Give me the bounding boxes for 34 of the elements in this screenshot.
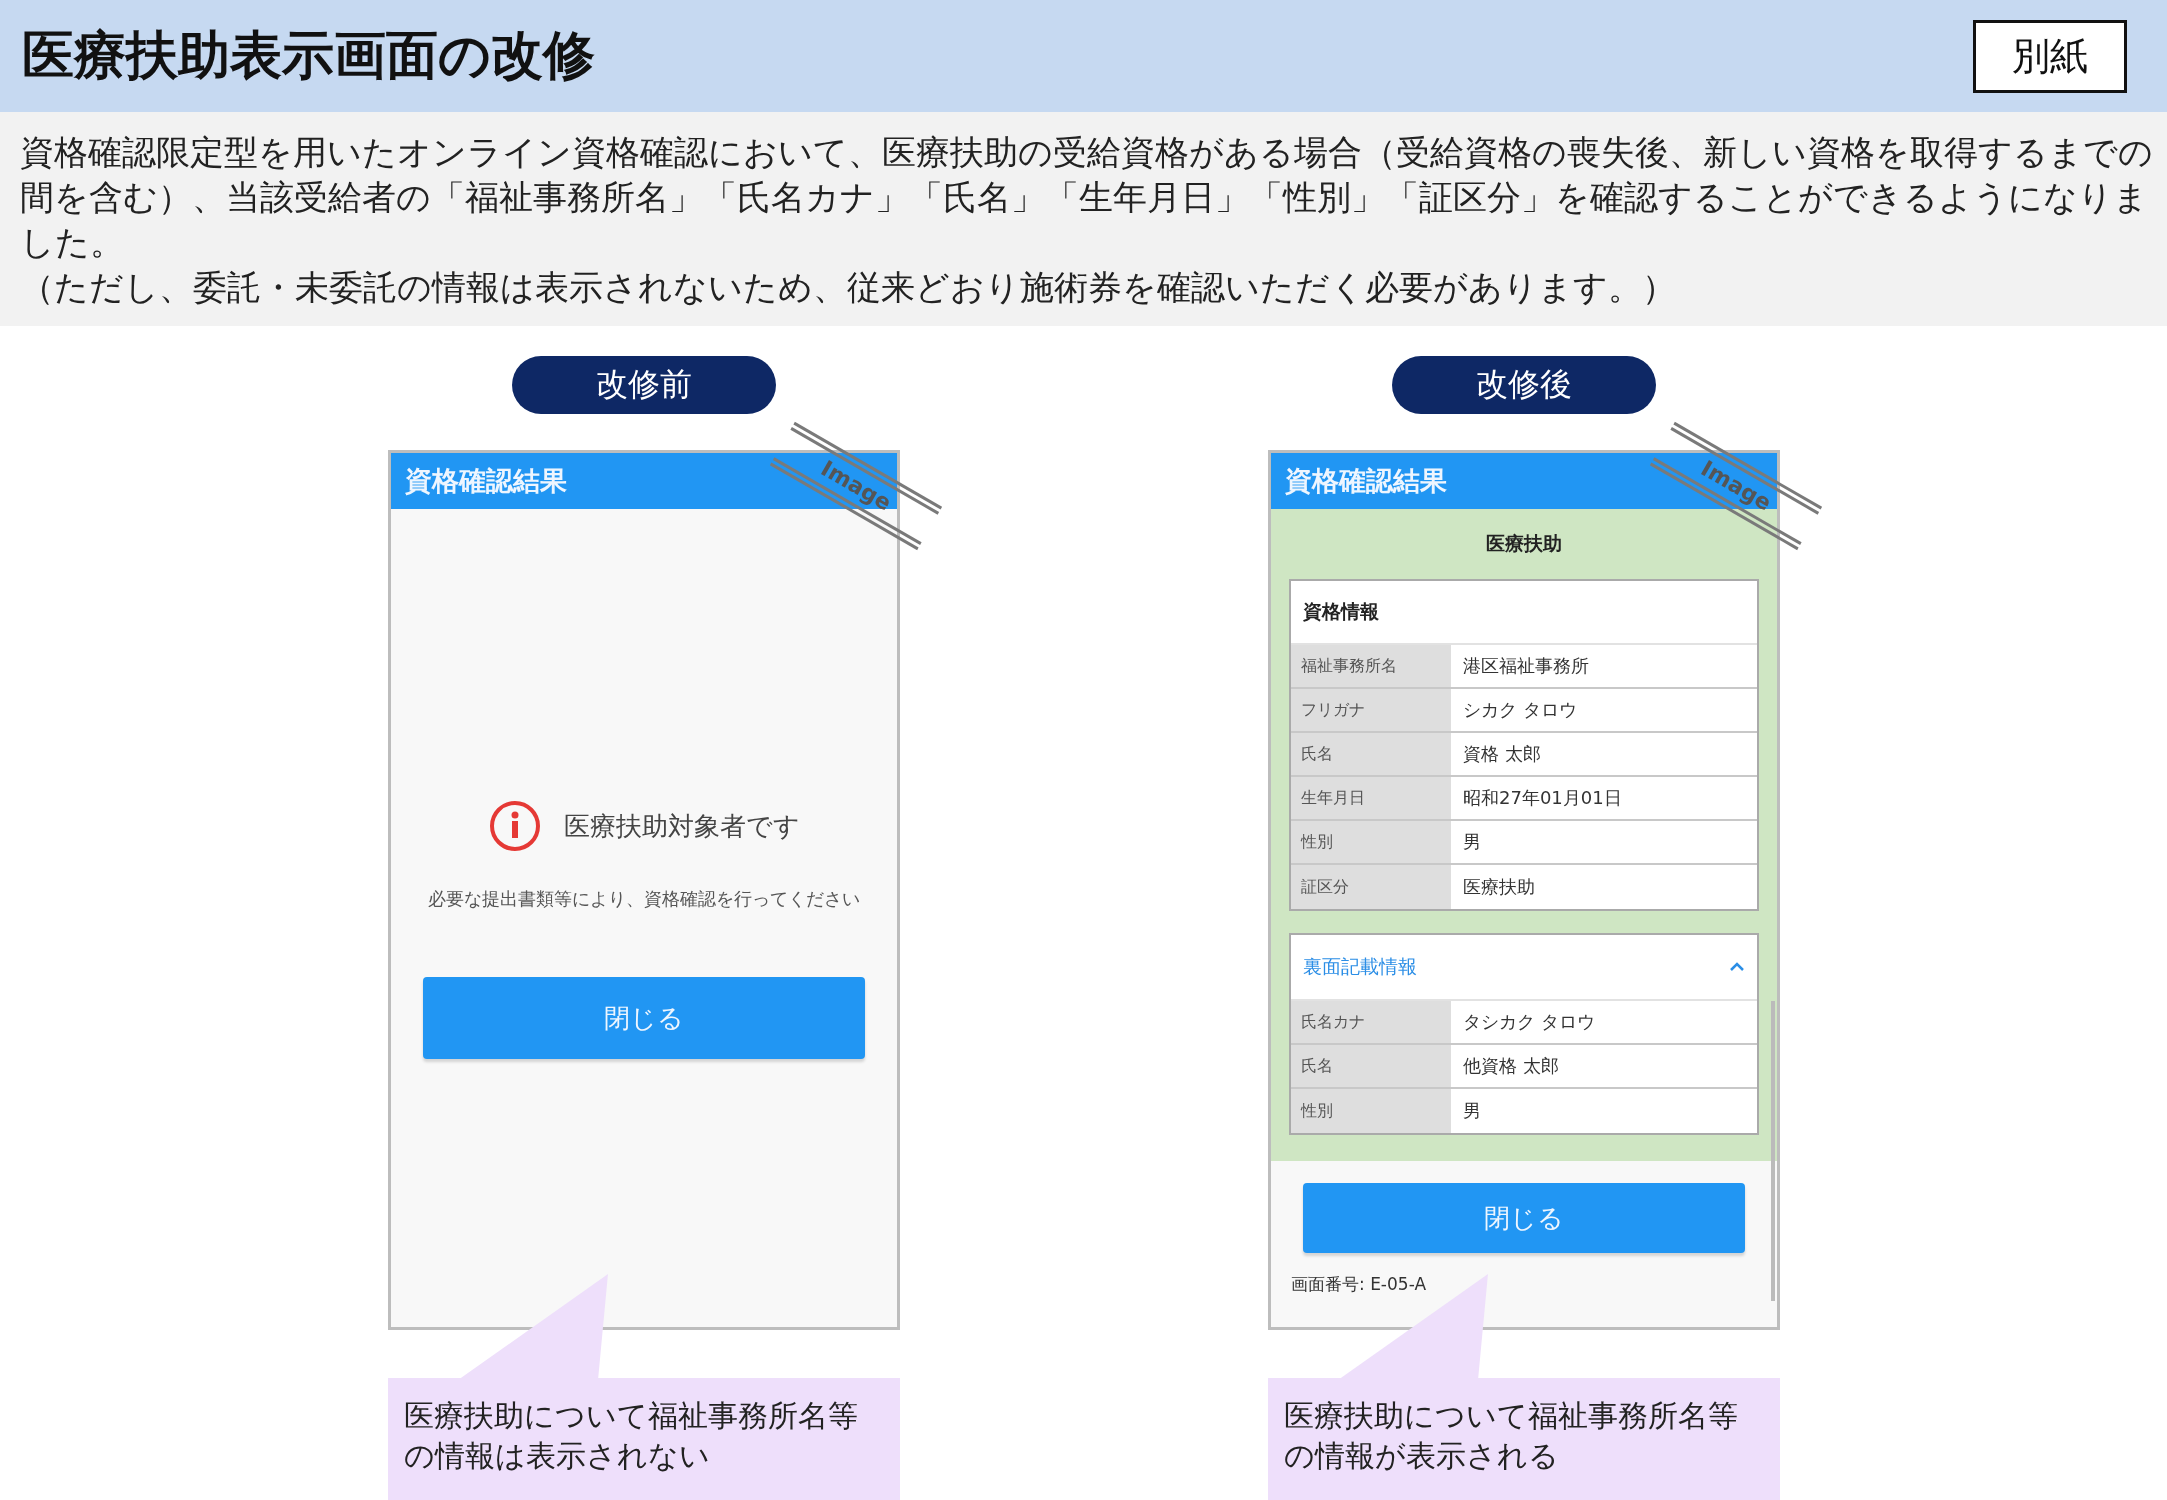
section-title: 医療扶助: [1485, 531, 1563, 556]
close-button[interactable]: 閉じる: [423, 977, 865, 1059]
card-title: 資格情報: [1303, 599, 1379, 624]
chevron-icon[interactable]: [1729, 962, 1745, 972]
info-icon: [488, 799, 542, 853]
field-label: 性別: [1291, 1089, 1451, 1133]
field-label: フリガナ: [1291, 689, 1451, 731]
version-label: 改修後: [1392, 356, 1656, 414]
version-label: 改修前: [512, 356, 776, 414]
field-value: 他資格 太郎: [1462, 1054, 1560, 1078]
field-label: 福祉事務所名: [1291, 645, 1451, 687]
message-text: 医療扶助対象者です: [564, 809, 800, 843]
field-label: 証区分: [1291, 865, 1451, 909]
field-label: 生年月日: [1291, 777, 1451, 819]
close-button[interactable]: 閉じる: [1303, 1183, 1745, 1253]
field-label: 氏名: [1291, 733, 1451, 775]
field-label: 氏名: [1291, 1045, 1451, 1087]
field-value: 男: [1462, 830, 1482, 854]
field-value: 男: [1462, 1099, 1482, 1123]
instruction-text: 必要な提出書類等により、資格確認を行ってください: [428, 887, 860, 911]
field-value: 昭和27年01月01日: [1462, 786, 1623, 810]
accordion-toggle[interactable]: 裏面記載情報: [1303, 954, 1417, 980]
field-value: シカク タロウ: [1462, 698, 1578, 722]
screen-number: 画面番号: E-05-A: [1291, 1273, 1427, 1296]
description-text: 資格確認限定型を用いたオンライン資格確認において、医療扶助の受給資格がある場合（受給資格の喪失後、新しい資格を取得するまでの間を含む）、当該受給者の「福祉事務所名」「氏名カナ」「氏名」「生年月日」「性別」「証区分」を確認することができるようになりました。: [20, 131, 2154, 264]
field-value: 医療扶助: [1462, 875, 1536, 899]
field-label: 性別: [1291, 821, 1451, 863]
description-text: （ただし、委託・未委託の情報は表示されないため、従来どおり施術券を確認いただく必要があります。）: [20, 266, 1677, 309]
field-value: タシカク タロウ: [1462, 1010, 1596, 1034]
field-value: 港区福祉事務所: [1462, 654, 1590, 678]
field-label: 氏名カナ: [1291, 1001, 1451, 1043]
field-value: 資格 太郎: [1462, 742, 1542, 766]
attachment-label: 別紙: [1973, 19, 2127, 93]
page-title: 医療扶助表示画面の改修: [22, 24, 595, 87]
